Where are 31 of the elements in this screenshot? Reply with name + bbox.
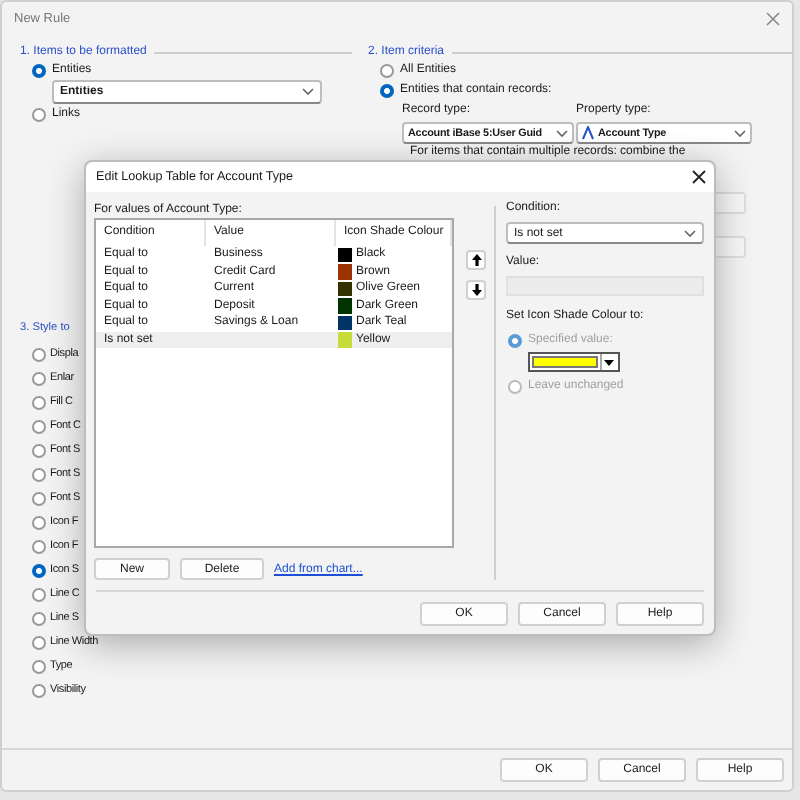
arrow-down-icon	[471, 284, 481, 296]
radio-button[interactable]	[380, 83, 394, 97]
attribute-icon	[582, 126, 594, 140]
radio-button[interactable]	[32, 659, 46, 673]
radio-button[interactable]	[32, 443, 46, 457]
chevron-down-icon	[302, 88, 314, 96]
radio-button[interactable]	[32, 467, 46, 481]
radio-button[interactable]	[32, 107, 46, 121]
radio-button[interactable]	[32, 347, 46, 361]
caret-icon	[604, 359, 614, 365]
radio-button[interactable]	[32, 539, 46, 553]
radio-button[interactable]	[32, 635, 46, 649]
radio-button[interactable]	[32, 371, 46, 385]
radio-button[interactable]	[32, 395, 46, 409]
move-up-button[interactable]	[466, 250, 486, 270]
radio-button[interactable]	[32, 563, 46, 577]
radio-button[interactable]	[32, 491, 46, 505]
radio-button[interactable]	[32, 63, 46, 77]
radio-button[interactable]	[32, 611, 46, 625]
chevron-down-icon	[684, 229, 696, 237]
chevron-down-icon	[556, 129, 568, 137]
radio-button[interactable]	[32, 419, 46, 433]
arrow-up-icon	[471, 254, 481, 266]
radio-button[interactable]	[32, 515, 46, 529]
close-icon[interactable]	[692, 170, 706, 184]
chevron-down-icon	[734, 129, 746, 137]
radio-button[interactable]	[380, 63, 394, 77]
radio-button[interactable]	[32, 587, 46, 601]
radio-button[interactable]	[32, 683, 46, 697]
colour-picker[interactable]	[528, 352, 620, 372]
move-down-button[interactable]	[466, 280, 486, 300]
